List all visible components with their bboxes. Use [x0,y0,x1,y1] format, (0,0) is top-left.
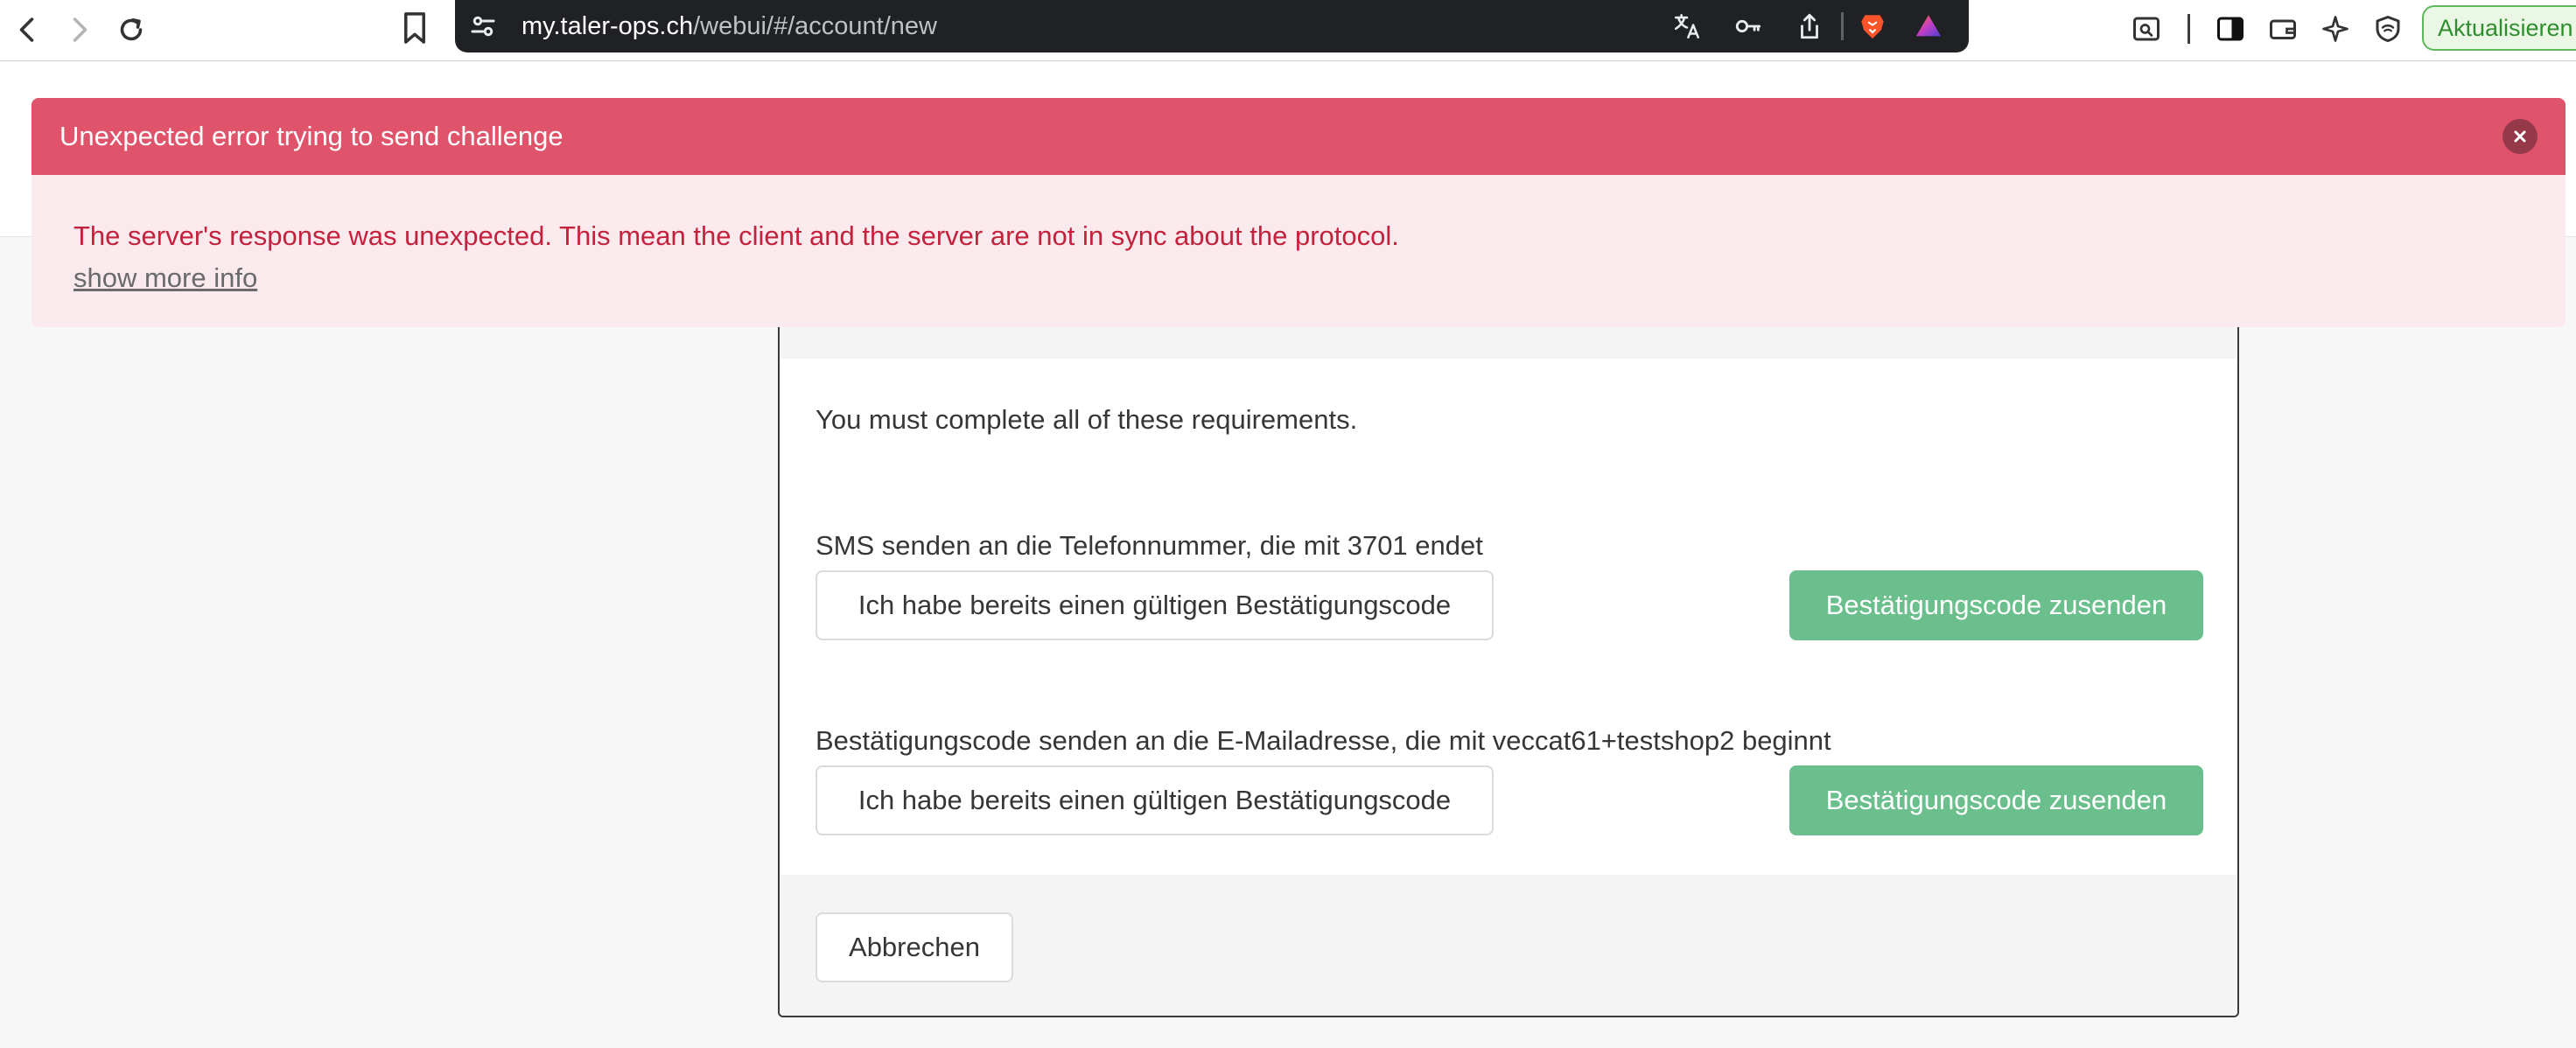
challenge-card: You must complete all of these requireme… [778,262,2239,1017]
translate-icon[interactable] [1670,9,1704,44]
notification-header: Unexpected error trying to send challeng… [32,98,2566,175]
requirement-email-label: Bestätigungscode senden an die E-Mailadr… [816,725,1831,756]
notification-title: Unexpected error trying to send challeng… [60,121,564,151]
requirement-sms-label: SMS senden an die Telefonnummer, die mit… [816,530,1483,561]
bookmark-icon[interactable] [396,7,434,49]
key-icon[interactable] [1731,9,1766,44]
wallet-icon[interactable] [2263,9,2303,49]
show-more-info-link[interactable]: show more info [74,262,257,294]
rewards-triangle-icon[interactable] [1911,9,1946,44]
back-arrow-icon[interactable] [5,7,51,52]
vpn-shield-icon[interactable] [2368,9,2408,49]
url-host: my.taler-ops.ch [522,12,694,40]
have-code-button-email[interactable]: Ich habe bereits einen gültigen Bestätig… [816,765,1494,835]
close-icon[interactable] [2502,119,2538,154]
address-bar[interactable]: my.taler-ops.ch/webui/#/account/new [455,0,1969,52]
have-code-button-sms[interactable]: Ich habe bereits einen gültigen Bestätig… [816,570,1494,640]
notification-body: The server's response was unexpected. Th… [32,175,2566,327]
sparkle-icon[interactable] [2315,9,2356,49]
divider [1841,12,1844,40]
tune-icon[interactable] [467,10,499,42]
sidebar-icon[interactable] [2210,9,2250,49]
notification-message: The server's response was unexpected. Th… [74,220,1399,251]
error-notification: Unexpected error trying to send challeng… [32,98,2566,327]
cancel-button[interactable]: Abbrechen [816,912,1013,982]
requirements-intro: You must complete all of these requireme… [816,404,1358,435]
reader-mode-icon[interactable] [2126,9,2166,49]
url-path: /webui/#/account/new [693,12,937,40]
share-icon[interactable] [1792,9,1827,44]
reload-icon[interactable] [108,7,154,52]
divider [2188,14,2190,44]
send-code-button-sms[interactable]: Bestätigungscode zusenden [1789,570,2203,640]
forward-arrow-icon[interactable] [56,7,102,52]
card-footer: Abbrechen [780,875,2237,1016]
url-text[interactable]: my.taler-ops.ch/webui/#/account/new [522,0,937,52]
update-button[interactable]: Aktualisieren [2422,5,2576,51]
brave-lion-icon[interactable] [1855,9,1890,44]
browser-toolbar: my.taler-ops.ch/webui/#/account/new Aktu… [0,0,2576,61]
send-code-button-email[interactable]: Bestätigungscode zusenden [1789,765,2203,835]
